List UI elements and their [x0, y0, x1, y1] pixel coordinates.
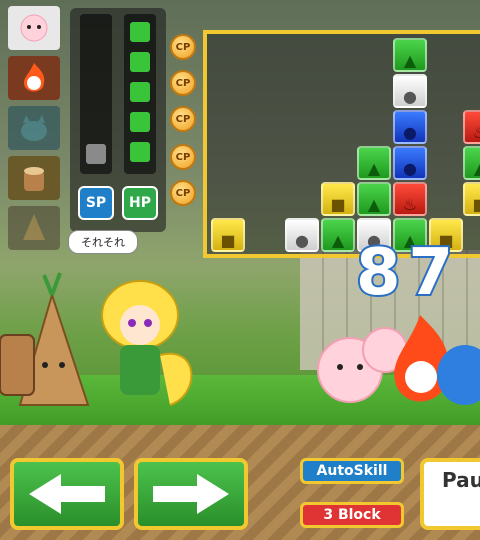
pause-label: Pau — [442, 468, 480, 492]
arrow-right-icon — [153, 474, 229, 514]
green-tree-block[interactable]: ▲ — [463, 146, 480, 180]
green-tree-block[interactable]: ▲ — [357, 146, 391, 180]
white-rock-block[interactable]: ● — [393, 74, 427, 108]
speech-bubble: それそれ — [68, 230, 138, 254]
white-rock-block[interactable]: ● — [285, 218, 319, 252]
sp-gauge — [80, 14, 112, 174]
hp-gauge-cell — [130, 142, 150, 162]
battle-characters — [0, 272, 480, 406]
yellow-stump-block[interactable]: ■ — [211, 218, 245, 252]
cp-coin[interactable]: CP — [170, 180, 196, 206]
green-tree-block[interactable]: ▲ — [357, 182, 391, 216]
hp-button[interactable]: HP — [122, 186, 158, 220]
pink-puff-icon[interactable] — [8, 6, 60, 50]
sp-gauge-fill — [86, 144, 106, 164]
hp-gauge-cell — [130, 112, 150, 132]
cp-coin[interactable]: CP — [170, 70, 196, 96]
red-fire-block[interactable]: ♨ — [463, 110, 480, 144]
blue-water-block[interactable]: ● — [393, 110, 427, 144]
hp-gauge — [124, 14, 156, 174]
gauge-panel: SP HP — [70, 8, 166, 232]
move-left-button[interactable] — [10, 458, 124, 530]
hp-gauge-cell — [130, 22, 150, 42]
blue-cat-icon[interactable] — [8, 106, 60, 150]
bamboo-shoot-icon[interactable] — [8, 206, 60, 250]
pause-button[interactable]: Pau — [420, 458, 480, 530]
autoskill-button[interactable]: AutoSkill — [300, 458, 404, 484]
hp-gauge-cell — [130, 82, 150, 102]
cp-coin[interactable]: CP — [170, 144, 196, 170]
party-icons — [8, 6, 64, 256]
sp-button[interactable]: SP — [78, 186, 114, 220]
fox-girl-player — [101, 280, 193, 406]
stump-enemy — [0, 334, 35, 396]
yellow-stump-block[interactable]: ■ — [321, 182, 355, 216]
puzzle-board[interactable]: ▲ ● ● ♨ ▲ ● ▲ ■ ▲ ♨ ■ ■ ● ▲ ● ▲ ■ — [203, 30, 480, 258]
three-block-button[interactable]: 3 Block — [300, 502, 404, 528]
move-right-button[interactable] — [134, 458, 248, 530]
cp-coin[interactable]: CP — [170, 106, 196, 132]
hp-gauge-cell — [130, 52, 150, 72]
green-tree-block[interactable]: ▲ — [321, 218, 355, 252]
game-scene: SP HP CP CP CP CP CP ▲ ● ● ♨ ▲ ● ▲ ■ ▲ ♨… — [0, 0, 480, 430]
cp-coin[interactable]: CP — [170, 34, 196, 60]
blue-water-block[interactable]: ● — [393, 146, 427, 180]
yellow-stump-block[interactable]: ■ — [463, 182, 480, 216]
green-tree-block[interactable]: ▲ — [393, 38, 427, 72]
red-fire-block[interactable]: ♨ — [393, 182, 427, 216]
fire-spirit-icon[interactable] — [8, 56, 60, 100]
arrow-left-icon — [29, 474, 105, 514]
tree-stump-icon[interactable] — [8, 156, 60, 200]
pink-puff-ally — [317, 327, 408, 403]
